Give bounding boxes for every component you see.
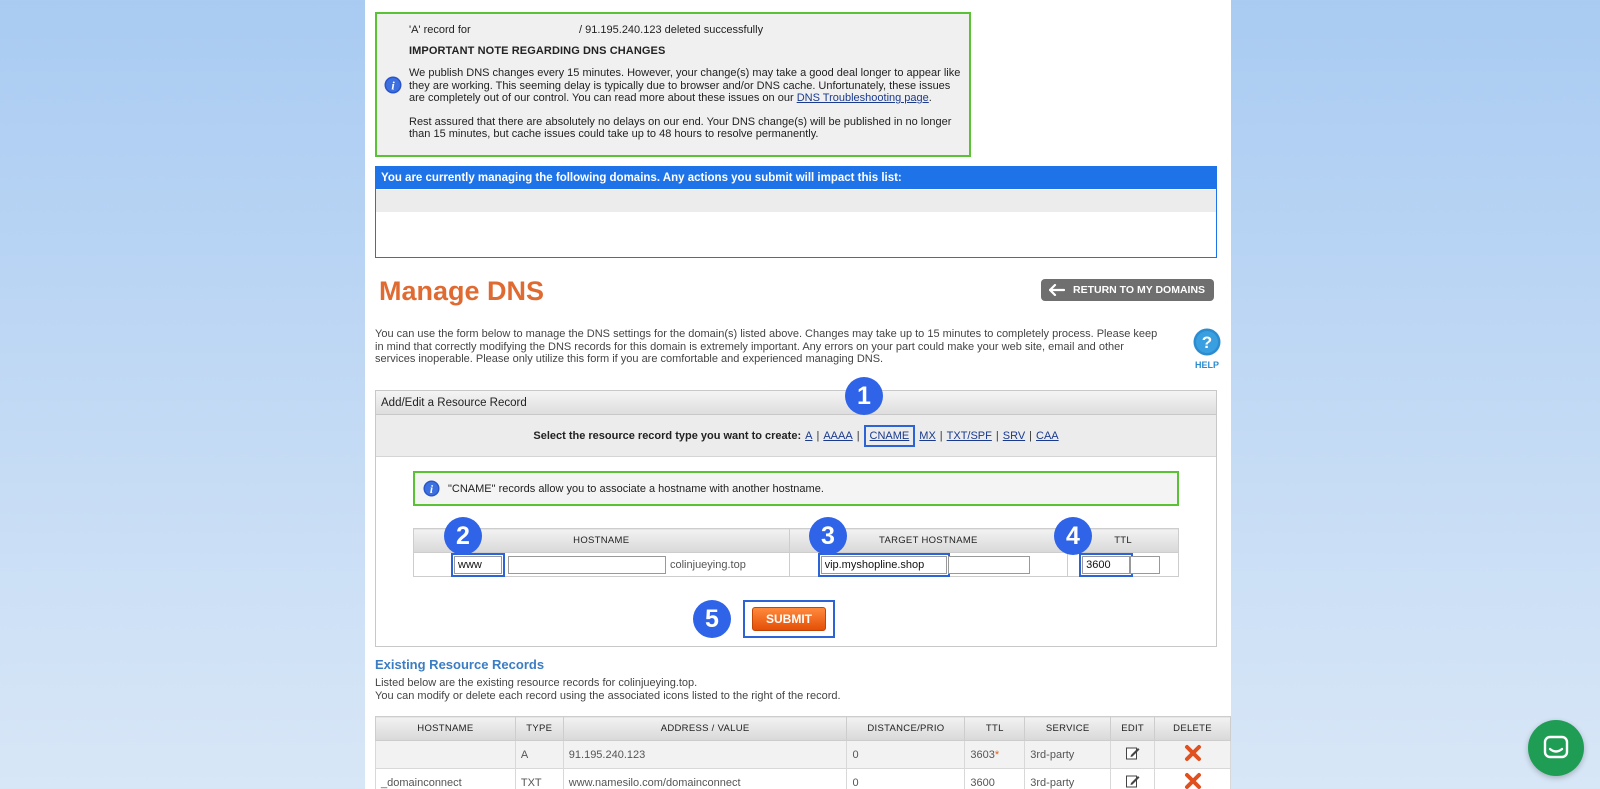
col-edit: EDIT <box>1110 716 1156 741</box>
resource-record-panel: Add/Edit a Resource Record Select the re… <box>375 377 1217 647</box>
col-type: TYPE <box>514 716 564 741</box>
step-badge-4: 4 <box>1054 517 1092 555</box>
chat-icon <box>1543 735 1569 759</box>
managed-domains-row <box>376 190 1216 212</box>
hostname-input[interactable] <box>451 552 505 577</box>
existing-records-table: HOSTNAME TYPE ADDRESS / VALUE DISTANCE/P… <box>375 716 1231 789</box>
notice-paragraph-1: We publish DNS changes every 15 minutes.… <box>409 67 961 104</box>
notice-heading: IMPORTANT NOTE REGARDING DNS CHANGES <box>409 44 666 57</box>
delete-icon[interactable] <box>1184 744 1202 762</box>
type-mx-link[interactable]: MX <box>919 430 936 442</box>
col-service: SERVICE <box>1024 716 1112 741</box>
col-distance-prio: DISTANCE/PRIO <box>846 716 966 741</box>
managed-domains-list: You are currently managing the following… <box>375 166 1217 258</box>
type-caa-link[interactable]: CAA <box>1036 430 1059 442</box>
help-button[interactable]: ? HELP <box>1192 328 1222 370</box>
col-delete: DELETE <box>1154 716 1231 741</box>
delete-icon[interactable] <box>1184 772 1202 789</box>
submit-button[interactable]: SUBMIT <box>752 607 826 631</box>
target-hostname-input[interactable] <box>817 552 950 577</box>
existing-records-desc: Listed below are the existing resource r… <box>375 677 841 702</box>
edit-icon[interactable] <box>1125 745 1141 761</box>
step-badge-5: 5 <box>693 600 731 638</box>
col-hostname: HOSTNAME <box>375 716 516 741</box>
page-title: Manage DNS <box>379 276 545 306</box>
type-a-link[interactable]: A <box>805 430 812 442</box>
edit-icon[interactable] <box>1125 773 1141 789</box>
type-srv-link[interactable]: SRV <box>1003 430 1025 442</box>
resource-record-header: Add/Edit a Resource Record <box>376 391 1216 415</box>
col-address-value: ADDRESS / VALUE <box>562 716 848 741</box>
submit-highlight: SUBMIT <box>743 600 835 638</box>
step-badge-2: 2 <box>444 517 482 555</box>
chat-button[interactable] <box>1528 720 1584 776</box>
page-container: i 'A' record for / 91.195.240.123 delete… <box>365 0 1231 789</box>
col-ttl: TTL <box>964 716 1026 741</box>
table-row: _domainconnect TXT www.namesilo.com/doma… <box>375 768 1231 789</box>
step-badge-1: 1 <box>845 377 883 415</box>
ttl-input[interactable] <box>1079 552 1134 577</box>
deleted-message: 'A' record for / 91.195.240.123 deleted … <box>409 24 764 36</box>
help-label: HELP <box>1194 360 1219 370</box>
target-hostname-extra-input[interactable] <box>947 555 1030 574</box>
domain-suffix: colinjueying.top <box>670 558 746 571</box>
info-icon: i <box>384 76 402 94</box>
table-row: A 91.195.240.123 0 3603* 3rd-party <box>375 740 1231 769</box>
hostname-extra-input[interactable] <box>508 555 666 574</box>
type-aaaa-link[interactable]: AAAA <box>823 430 852 442</box>
ttl-extra-input[interactable] <box>1130 555 1161 574</box>
notice-paragraph-2: Rest assured that there are absolutely n… <box>409 115 952 141</box>
info-icon: i <box>423 480 440 497</box>
dns-change-notice: i 'A' record for / 91.195.240.123 delete… <box>375 12 971 157</box>
intro-text: You can use the form below to manage the… <box>375 328 1158 365</box>
type-cname-link[interactable]: CNAME <box>870 430 910 442</box>
svg-text:?: ? <box>1202 333 1212 352</box>
step-badge-3: 3 <box>809 517 847 555</box>
existing-records-title: Existing Resource Records <box>375 657 545 672</box>
managed-domains-header: You are currently managing the following… <box>376 167 1216 189</box>
dns-troubleshooting-link[interactable]: DNS Troubleshooting page <box>797 92 929 104</box>
question-icon: ? <box>1193 328 1221 356</box>
return-to-domains-button[interactable]: RETURN TO MY DOMAINS <box>1041 279 1214 301</box>
cname-info-note: i "CNAME" records allow you to associate… <box>413 471 1179 506</box>
arrow-left-icon <box>1049 284 1065 296</box>
cname-highlight: CNAME <box>863 424 916 447</box>
record-type-selector: Select the resource record type you want… <box>376 415 1216 457</box>
type-txt-spf-link[interactable]: TXT/SPF <box>947 430 992 442</box>
